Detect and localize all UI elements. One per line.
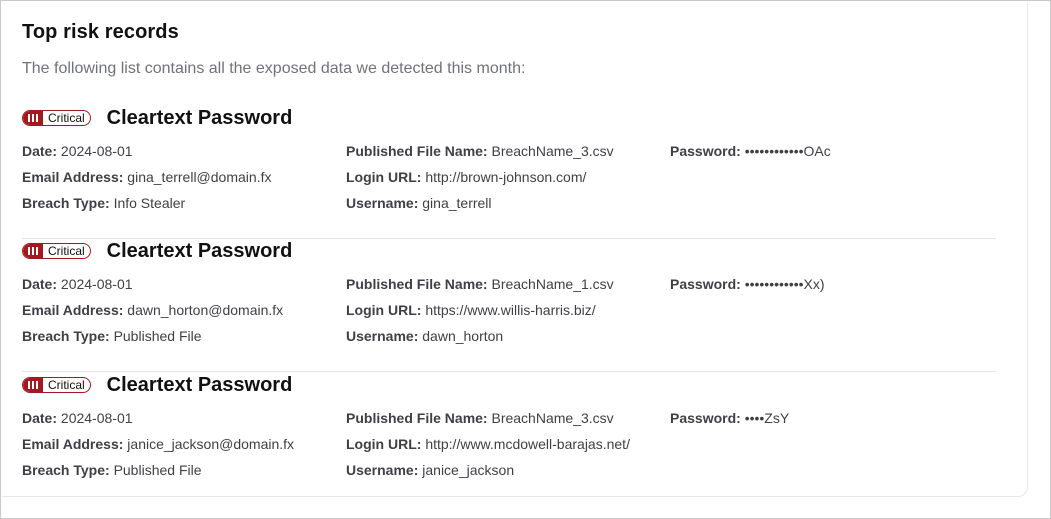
file-name-field: Published File Name: BreachName_3.csv xyxy=(346,143,614,159)
date-field: Date: 2024-08-01 xyxy=(22,276,133,292)
severity-label: Critical xyxy=(48,378,85,392)
login-url-value: http://www.mcdowell-barajas.net/ xyxy=(425,436,630,452)
record-title: Cleartext Password xyxy=(106,106,293,129)
record-header: Critical Cleartext Password xyxy=(22,372,292,398)
section-title: Top risk records xyxy=(22,21,179,43)
record-header: Critical Cleartext Password xyxy=(22,105,292,131)
username-field: Username: janice_jackson xyxy=(346,462,514,478)
date-field: Date: 2024-08-01 xyxy=(22,143,133,159)
breach-type-value: Published File xyxy=(113,462,202,478)
password-value: ••••••••••••Xx) xyxy=(744,276,825,292)
risk-record: Critical Cleartext Password Date: 2024-0… xyxy=(22,105,996,239)
risk-record: Critical Cleartext Password Date: 2024-0… xyxy=(22,238,996,372)
breach-type-label: Breach Type: xyxy=(22,195,110,211)
email-value: dawn_horton@domain.fx xyxy=(127,302,284,318)
window-frame: Top risk records The following list cont… xyxy=(0,0,1051,519)
email-field: Email Address: dawn_horton@domain.fx xyxy=(22,302,283,318)
breach-type-label: Breach Type: xyxy=(22,462,110,478)
email-label: Email Address: xyxy=(22,169,124,185)
login-url-label: Login URL: xyxy=(346,302,422,318)
email-field: Email Address: janice_jackson@domain.fx xyxy=(22,436,294,452)
password-field: Password: ••••••••••••OAc xyxy=(670,143,831,159)
login-url-field: Login URL: https://www.willis-harris.biz… xyxy=(346,302,596,318)
file-name-value: BreachName_3.csv xyxy=(491,143,614,159)
password-label: Password: xyxy=(670,276,741,292)
severity-badge: Critical xyxy=(22,243,91,259)
login-url-field: Login URL: http://brown-johnson.com/ xyxy=(346,169,586,185)
breach-type-label: Breach Type: xyxy=(22,328,110,344)
login-url-field: Login URL: http://www.mcdowell-barajas.n… xyxy=(346,436,630,452)
breach-type-value: Published File xyxy=(113,328,202,344)
breach-type-field: Breach Type: Published File xyxy=(22,462,202,478)
severity-badge: Critical xyxy=(22,377,91,393)
username-field: Username: dawn_horton xyxy=(346,328,503,344)
breach-type-field: Breach Type: Published File xyxy=(22,328,202,344)
date-label: Date: xyxy=(22,143,58,159)
file-name-field: Published File Name: BreachName_3.csv xyxy=(346,410,614,426)
severity-bars-icon xyxy=(23,111,43,125)
password-label: Password: xyxy=(670,410,741,426)
email-label: Email Address: xyxy=(22,436,124,452)
email-value: janice_jackson@domain.fx xyxy=(127,436,295,452)
date-label: Date: xyxy=(22,276,58,292)
login-url-label: Login URL: xyxy=(346,436,422,452)
username-field: Username: gina_terrell xyxy=(346,195,492,211)
date-field: Date: 2024-08-01 xyxy=(22,410,133,426)
breach-type-field: Breach Type: Info Stealer xyxy=(22,195,185,211)
date-label: Date: xyxy=(22,410,58,426)
email-label: Email Address: xyxy=(22,302,124,318)
severity-badge: Critical xyxy=(22,110,91,126)
risk-record: Critical Cleartext Password Date: 2024-0… xyxy=(22,372,996,505)
password-field: Password: ••••••••••••Xx) xyxy=(670,276,825,292)
date-value: 2024-08-01 xyxy=(60,276,133,292)
username-label: Username: xyxy=(346,462,419,478)
file-name-label: Published File Name: xyxy=(346,276,488,292)
severity-label: Critical xyxy=(48,111,85,125)
username-value: dawn_horton xyxy=(422,328,504,344)
login-url-label: Login URL: xyxy=(346,169,422,185)
login-url-value: https://www.willis-harris.biz/ xyxy=(425,302,596,318)
severity-bars-icon xyxy=(23,244,43,258)
file-name-field: Published File Name: BreachName_1.csv xyxy=(346,276,614,292)
password-value: ••••••••••••OAc xyxy=(744,143,831,159)
email-value: gina_terrell@domain.fx xyxy=(127,169,272,185)
password-label: Password: xyxy=(670,143,741,159)
file-name-value: BreachName_3.csv xyxy=(491,410,614,426)
file-name-value: BreachName_1.csv xyxy=(491,276,614,292)
password-value: ••••ZsY xyxy=(744,410,790,426)
login-url-value: http://brown-johnson.com/ xyxy=(425,169,587,185)
section-subtitle: The following list contains all the expo… xyxy=(22,60,526,77)
severity-label: Critical xyxy=(48,244,85,258)
file-name-label: Published File Name: xyxy=(346,143,488,159)
breach-type-value: Info Stealer xyxy=(113,195,186,211)
record-title: Cleartext Password xyxy=(106,373,293,396)
username-label: Username: xyxy=(346,328,419,344)
record-title: Cleartext Password xyxy=(106,239,293,262)
email-field: Email Address: gina_terrell@domain.fx xyxy=(22,169,271,185)
date-value: 2024-08-01 xyxy=(60,143,133,159)
record-header: Critical Cleartext Password xyxy=(22,238,292,264)
username-value: gina_terrell xyxy=(422,195,492,211)
file-name-label: Published File Name: xyxy=(346,410,488,426)
date-value: 2024-08-01 xyxy=(60,410,133,426)
top-risk-records-card: Top risk records The following list cont… xyxy=(2,2,1028,497)
password-field: Password: ••••ZsY xyxy=(670,410,789,426)
severity-bars-icon xyxy=(23,378,43,392)
username-label: Username: xyxy=(346,195,419,211)
username-value: janice_jackson xyxy=(422,462,515,478)
